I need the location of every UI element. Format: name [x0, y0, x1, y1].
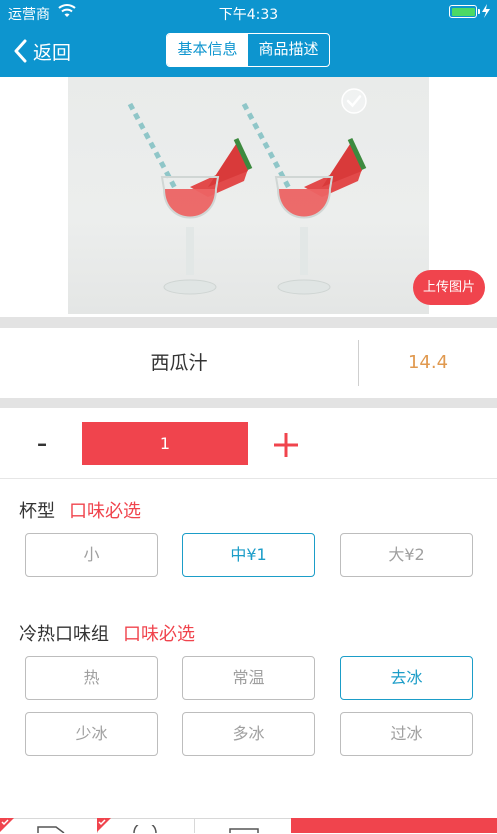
section-title: 杯型	[19, 501, 55, 522]
upload-image-button[interactable]: 上传图片	[413, 270, 485, 305]
increase-quantity-button[interactable]	[272, 431, 300, 459]
quantity-field[interactable]: 1	[82, 422, 248, 465]
option-medium[interactable]: 中¥1	[182, 533, 315, 577]
decrease-quantity-button[interactable]: -	[28, 423, 56, 465]
name-price-row: 西瓜汁 14.4	[0, 328, 497, 398]
watermelon-juice-image	[127, 102, 367, 295]
required-label: 口味必选	[123, 624, 195, 645]
badge-check-icon	[97, 818, 111, 832]
divider	[0, 317, 497, 328]
cup-size-section-title: 杯型 口味必选	[19, 497, 141, 523]
app-header: 运营商 下午4:33 返回 基本信息 商品描述	[0, 0, 497, 77]
divider	[0, 398, 497, 408]
back-button[interactable]: 返回	[13, 37, 71, 65]
list-icon[interactable]	[229, 828, 259, 833]
option-room-temp[interactable]: 常温	[182, 656, 315, 700]
clock-icon[interactable]	[132, 825, 158, 833]
option-no-ice[interactable]: 去冰	[340, 656, 473, 700]
temperature-section-title: 冷热口味组 口味必选	[19, 620, 195, 646]
check-circle-icon[interactable]	[340, 87, 368, 115]
product-photo[interactable]	[68, 77, 429, 314]
chevron-left-icon	[14, 39, 27, 63]
battery-icon	[449, 5, 480, 18]
tab-product-description[interactable]: 商品描述	[248, 34, 329, 66]
option-more-ice[interactable]: 多冰	[182, 712, 315, 756]
segmented-control: 基本信息 商品描述	[166, 33, 330, 67]
document-icon[interactable]	[36, 826, 66, 833]
product-name[interactable]: 西瓜汁	[0, 328, 358, 398]
required-label: 口味必选	[69, 501, 141, 522]
status-bar: 运营商 下午4:33	[0, 0, 497, 26]
divider	[0, 478, 497, 479]
divider	[194, 819, 195, 833]
product-price[interactable]: 14.4	[359, 328, 497, 398]
back-label: 返回	[33, 41, 72, 64]
option-small[interactable]: 小	[25, 533, 158, 577]
confirm-button[interactable]	[291, 818, 497, 833]
status-time: 下午4:33	[218, 7, 279, 23]
option-large[interactable]: 大¥2	[340, 533, 473, 577]
option-hot[interactable]: 热	[25, 656, 158, 700]
badge-check-icon	[0, 818, 14, 832]
tab-basic-info[interactable]: 基本信息	[167, 34, 248, 66]
option-extra-ice[interactable]: 过冰	[340, 712, 473, 756]
section-title: 冷热口味组	[19, 624, 109, 645]
option-less-ice[interactable]: 少冰	[25, 712, 158, 756]
charging-icon	[482, 4, 490, 18]
